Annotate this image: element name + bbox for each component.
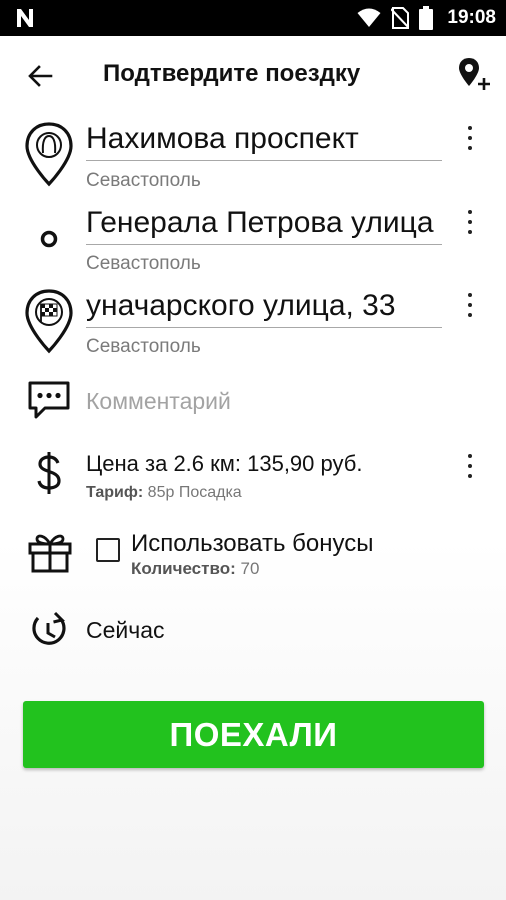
use-bonus-checkbox[interactable] [96,538,120,562]
route-to-city: Севастополь [86,336,201,357]
clock-icon [32,611,66,645]
route-to-more-icon[interactable] [460,290,480,320]
finish-flag-pin-icon [25,289,73,354]
n-icon [17,9,33,27]
tariff-info: Тариф: 85р Посадка [86,484,242,502]
arrow-left-icon[interactable] [24,60,56,92]
wifi-icon [357,8,381,27]
bonus-quantity-label: Количество: [131,559,236,578]
route-from-input[interactable] [86,121,442,161]
gift-icon [28,534,72,573]
waypoint-dot-icon [40,230,58,248]
route-stop-city: Севастополь [86,253,201,274]
go-button[interactable]: ПОЕХАЛИ [23,701,484,768]
bonus-quantity: Количество: 70 [131,559,259,579]
departure-time-label[interactable]: Сейчас [86,617,165,644]
status-bar: 19:08 [0,0,506,36]
tariff-label: Тариф: [86,484,144,501]
status-icons: 19:08 [357,0,496,36]
dollar-icon [37,452,61,494]
route-stop-input[interactable] [86,205,442,245]
route-to-input[interactable] [86,288,442,328]
comment-input[interactable] [86,385,446,417]
no-sim-icon [391,7,410,29]
price-text: Цена за 2.6 км: 135,90 руб. [86,451,363,476]
status-time: 19:08 [447,7,496,28]
route-from-more-icon[interactable] [460,123,480,153]
route-stop-more-icon[interactable] [460,207,480,237]
add-location-icon[interactable] [456,56,492,92]
use-bonus-label[interactable]: Использовать бонусы [131,530,373,558]
bonus-quantity-value: 70 [240,559,260,578]
price-more-icon[interactable] [460,451,480,481]
route-from-city: Севастополь [86,170,201,191]
comment-icon [28,381,70,419]
page-title: Подтвердите поездку [103,60,361,87]
battery-icon [419,6,434,30]
pickup-pin-icon [25,122,73,187]
app-bar: Подтвердите поездку [0,36,506,116]
tariff-value: 85р Посадка [147,484,242,501]
